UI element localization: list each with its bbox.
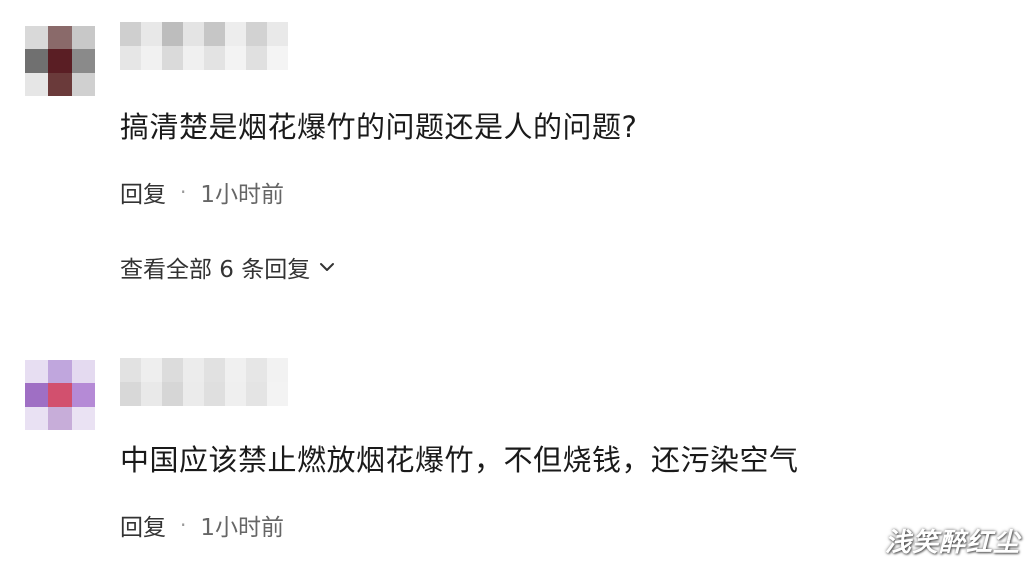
avatar-pixel: [25, 72, 49, 96]
username-pixel: [141, 358, 162, 382]
username-pixel: [162, 382, 183, 406]
avatar-pixel: [25, 406, 49, 430]
avatar-pixel: [71, 383, 95, 407]
avatar-pixel: [71, 49, 95, 73]
username-pixel: [267, 22, 288, 46]
avatar-pixel: [25, 383, 49, 407]
comment-text: 中国应该禁止燃放烟花爆竹，不但烧钱，还污染空气: [120, 443, 799, 477]
avatar-pixel: [25, 49, 49, 73]
view-all-replies-button[interactable]: 查看全部 6 条回复: [120, 250, 336, 284]
chevron-down-icon: [320, 263, 335, 271]
username-blurred[interactable]: [120, 22, 288, 70]
username-pixel: [141, 46, 162, 70]
comment-text: 搞清楚是烟花爆竹的问题还是人的问题?: [120, 110, 638, 144]
avatar-pixel: [25, 360, 49, 384]
username-pixel: [246, 46, 267, 70]
avatar-pixel: [48, 360, 72, 384]
avatar-pixel: [48, 26, 72, 50]
avatar-pixel: [71, 72, 95, 96]
username-pixel: [204, 22, 225, 46]
comment-actions: 回复 · 1小时前: [120, 508, 284, 542]
username-pixel: [246, 358, 267, 382]
timestamp: 1小时前: [200, 515, 284, 541]
username-pixel: [246, 382, 267, 406]
avatar-pixel: [71, 406, 95, 430]
username-pixel: [162, 46, 183, 70]
username-pixel: [267, 46, 288, 70]
username-pixel: [183, 22, 204, 46]
username-pixel: [204, 358, 225, 382]
username-pixel: [183, 46, 204, 70]
username-pixel: [267, 358, 288, 382]
username-blurred[interactable]: [120, 358, 288, 406]
username-pixel: [225, 46, 246, 70]
username-pixel: [141, 382, 162, 406]
username-pixel: [204, 382, 225, 406]
avatar-pixel: [48, 383, 72, 407]
username-pixel: [162, 22, 183, 46]
username-pixel: [225, 358, 246, 382]
separator-dot: ·: [180, 513, 187, 537]
watermark: 浅笑醉红尘: [884, 528, 1020, 558]
avatar-pixel: [48, 406, 72, 430]
username-pixel: [120, 22, 141, 46]
reply-button[interactable]: 回复: [120, 175, 166, 209]
avatar-pixel: [71, 26, 95, 50]
view-all-replies-label: 查看全部 6 条回复: [120, 257, 311, 283]
username-pixel: [267, 382, 288, 406]
username-pixel: [120, 46, 141, 70]
username-pixel: [204, 46, 225, 70]
timestamp: 1小时前: [200, 182, 284, 208]
username-pixel: [225, 382, 246, 406]
avatar-pixel: [48, 49, 72, 73]
avatar[interactable]: [25, 360, 95, 430]
username-pixel: [120, 358, 141, 382]
username-pixel: [225, 22, 246, 46]
username-pixel: [246, 22, 267, 46]
username-pixel: [183, 382, 204, 406]
username-pixel: [183, 358, 204, 382]
username-pixel: [120, 382, 141, 406]
comment-actions: 回复 · 1小时前: [120, 175, 284, 209]
avatar-pixel: [25, 26, 49, 50]
reply-button[interactable]: 回复: [120, 508, 166, 542]
avatar-pixel: [48, 72, 72, 96]
separator-dot: ·: [180, 180, 187, 204]
avatar-pixel: [71, 360, 95, 384]
avatar[interactable]: [25, 26, 95, 96]
username-pixel: [141, 22, 162, 46]
username-pixel: [162, 358, 183, 382]
